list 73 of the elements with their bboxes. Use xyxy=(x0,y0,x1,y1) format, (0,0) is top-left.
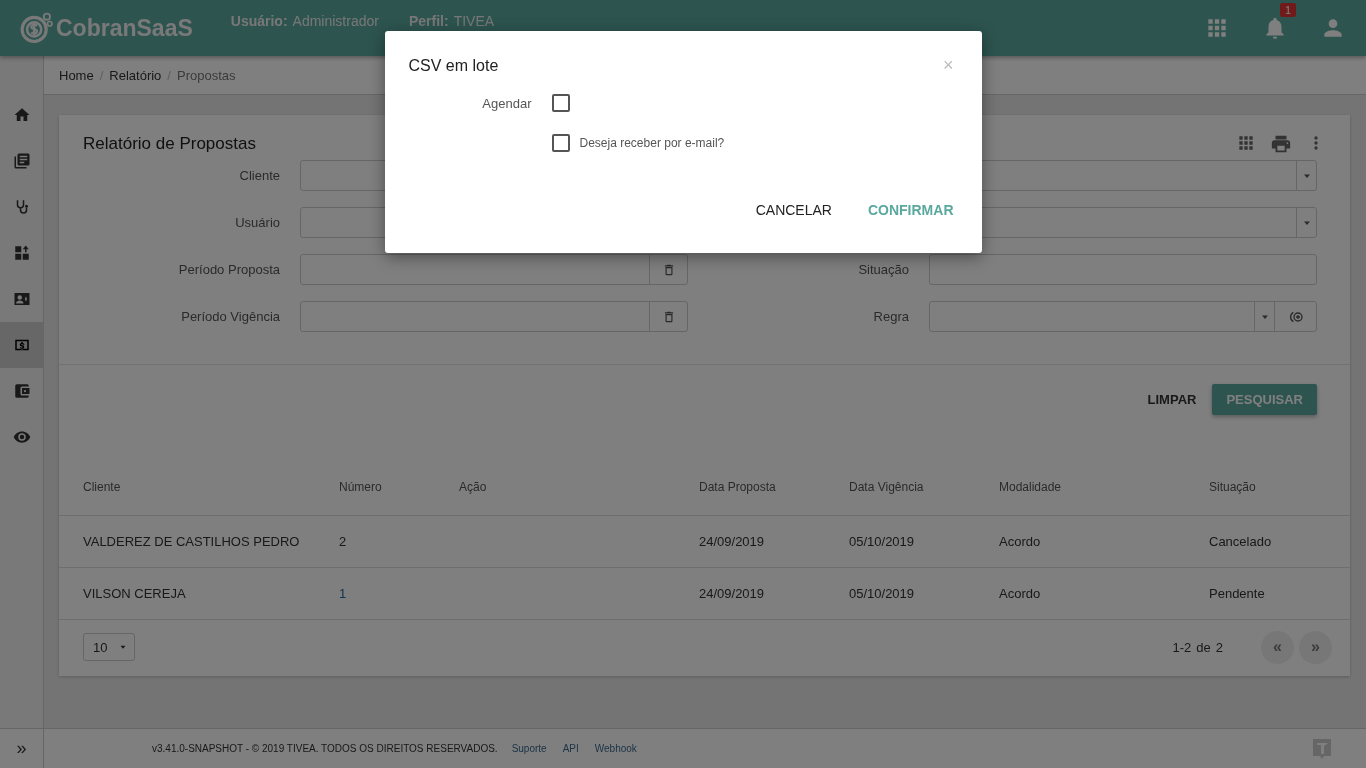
table-cell: Acordo xyxy=(975,515,1185,568)
field-label: Período Proposta xyxy=(177,262,281,277)
field-label: Período Vigência xyxy=(180,309,281,324)
page-of-text: de xyxy=(1196,639,1211,655)
profile-name: TIVEA xyxy=(453,13,495,29)
footer-link[interactable]: API xyxy=(562,743,579,754)
close-button[interactable]: × xyxy=(943,55,954,76)
column-grid-icon[interactable] xyxy=(1236,133,1256,153)
page-total: 2 xyxy=(1215,639,1223,655)
dashboard-icon xyxy=(12,244,31,262)
table-cell: VALDEREZ DE CASTILHOS PEDRO xyxy=(59,515,315,568)
table-cell: Cancelado xyxy=(1185,515,1350,568)
copyright-text: v3.41.0-SNAPSHOT - © 2019 TIVEA. TODOS OS DIREITOS RESERVADOS. xyxy=(152,743,498,754)
next-page-button[interactable]: » xyxy=(1299,630,1332,664)
table-cell[interactable]: 1 xyxy=(315,567,435,619)
column-header: Data Vigência xyxy=(825,458,975,516)
logo-text: CobranSaaS xyxy=(56,14,193,42)
breadcrumb-separator: / xyxy=(99,67,104,83)
table-cell: Acordo xyxy=(975,567,1185,619)
library-icon xyxy=(12,152,31,170)
breadcrumb-current: Propostas xyxy=(176,67,236,83)
notification-badge: 1 xyxy=(1279,3,1296,17)
table-cell: 2 xyxy=(315,515,435,568)
date-range-input[interactable] xyxy=(300,301,688,332)
sidebar-item[interactable] xyxy=(0,322,43,368)
select-input[interactable] xyxy=(929,301,1317,332)
coin-logo-icon xyxy=(20,11,54,45)
eye-icon xyxy=(12,428,31,446)
cancel-button[interactable]: CANCELAR xyxy=(755,202,832,218)
brand-logo-icon xyxy=(1310,736,1334,761)
field-label: Regra xyxy=(872,309,910,324)
column-header: Número xyxy=(315,458,435,516)
table-cell: 05/10/2019 xyxy=(825,515,975,568)
clear-button[interactable]: LIMPAR xyxy=(1147,384,1197,415)
search-button[interactable]: PESQUISAR xyxy=(1212,384,1317,415)
profile-label: Perfil: xyxy=(408,13,449,29)
wallet-icon xyxy=(12,382,31,400)
breadcrumb-separator: / xyxy=(167,67,171,83)
column-header: Modalidade xyxy=(975,458,1185,516)
breadcrumb-link[interactable]: Home xyxy=(59,67,94,83)
column-header: Ação xyxy=(435,458,675,516)
checkbox[interactable] xyxy=(551,134,570,152)
field-label: Cliente xyxy=(238,168,281,183)
table-cell: Pendente xyxy=(1185,567,1350,619)
previous-page-button[interactable]: « xyxy=(1261,630,1294,664)
text-input[interactable] xyxy=(929,254,1317,285)
field-label: Situação xyxy=(857,262,910,277)
column-header: Data Proposta xyxy=(675,458,825,516)
page-size-select[interactable]: 10 xyxy=(83,633,135,661)
confirm-button[interactable]: CONFIRMAR xyxy=(867,202,954,218)
table-cell: 24/09/2019 xyxy=(675,567,825,619)
table-cell: 05/10/2019 xyxy=(825,567,975,619)
print-icon[interactable] xyxy=(1270,133,1292,155)
field-label: Agendar xyxy=(481,95,533,111)
table-cell: VILSON CEREJA xyxy=(59,567,315,619)
checkbox-label: Deseja receber por e-mail? xyxy=(579,136,725,150)
card-title: Relatório de Propostas xyxy=(83,134,256,154)
checkbox[interactable] xyxy=(551,94,570,112)
user-name: Administrador xyxy=(292,13,379,29)
dialog-title: CSV em lote xyxy=(408,56,499,75)
page-range: 1-2 xyxy=(1172,639,1192,655)
date-range-input[interactable] xyxy=(300,254,688,285)
home-icon xyxy=(12,106,31,124)
breadcrumb-link[interactable]: Relatório xyxy=(109,67,162,83)
column-header: Situação xyxy=(1185,458,1350,516)
user-label: Usuário: xyxy=(230,13,288,29)
field-label: Usuário xyxy=(234,215,281,230)
column-header: Cliente xyxy=(59,458,315,516)
footer-link[interactable]: Suporte xyxy=(511,743,547,754)
table-cell: 24/09/2019 xyxy=(675,515,825,568)
footer-link[interactable]: Webhook xyxy=(594,743,637,754)
page-size-value: 10 xyxy=(93,639,108,655)
contact-card-icon xyxy=(12,290,31,308)
